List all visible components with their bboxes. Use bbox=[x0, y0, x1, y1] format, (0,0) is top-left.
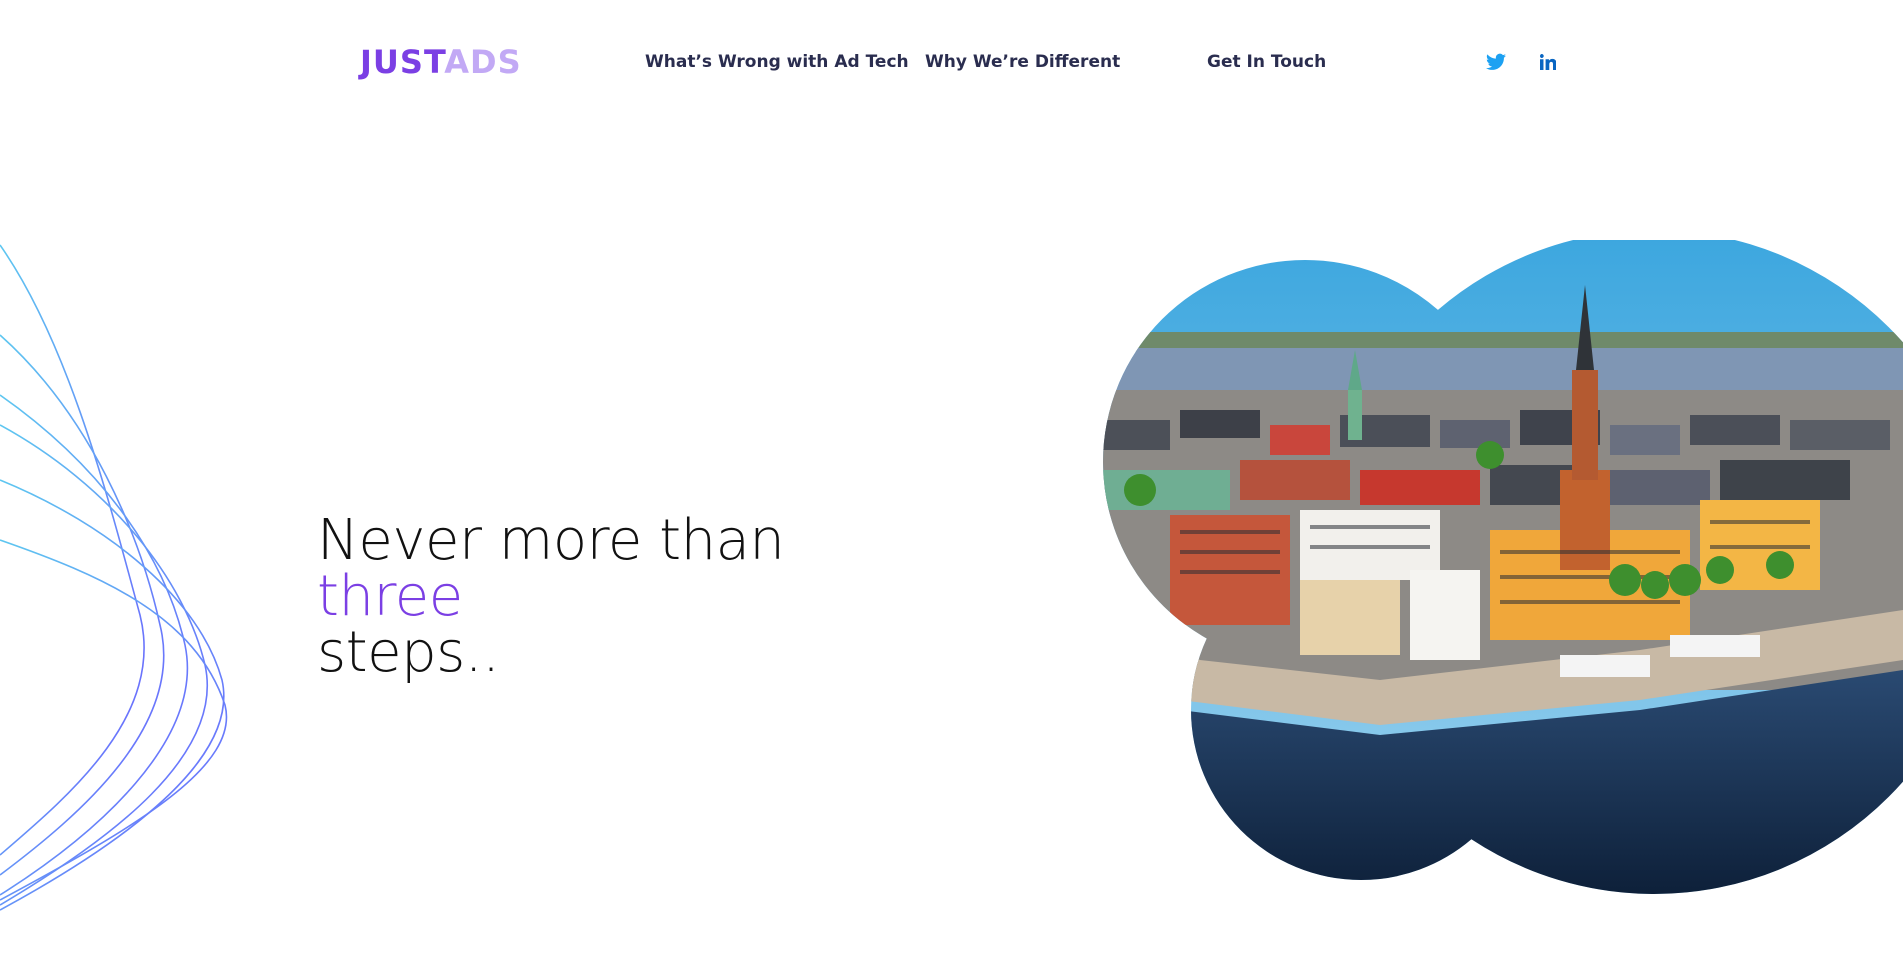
linkedin-link[interactable] bbox=[1536, 50, 1560, 74]
nav-why-different[interactable]: Why We’re Different bbox=[925, 51, 1120, 73]
hero-line-3: steps.. bbox=[317, 620, 500, 685]
nav-whats-wrong[interactable]: What’s Wrong with Ad Tech bbox=[645, 51, 909, 73]
justads-logo[interactable]: JUSTADS bbox=[360, 44, 522, 80]
hero-heading: Never more than three steps.. bbox=[317, 508, 785, 685]
hero-line-2-accent: three bbox=[317, 564, 463, 629]
nav-get-in-touch[interactable]: Get In Touch bbox=[1207, 51, 1326, 73]
linkedin-icon bbox=[1540, 54, 1556, 70]
twitter-link[interactable] bbox=[1484, 50, 1508, 74]
stockholm-city-image bbox=[1103, 240, 1903, 894]
logo-part-ads: ADS bbox=[444, 43, 522, 81]
twitter-icon bbox=[1486, 53, 1506, 70]
site-header: JUSTADS What’s Wrong with Ad Tech Why We… bbox=[0, 0, 1903, 125]
decorative-wave-lines bbox=[0, 244, 228, 911]
logo-part-just: JUST bbox=[360, 43, 445, 81]
hero-line-1: Never more than bbox=[317, 508, 785, 573]
